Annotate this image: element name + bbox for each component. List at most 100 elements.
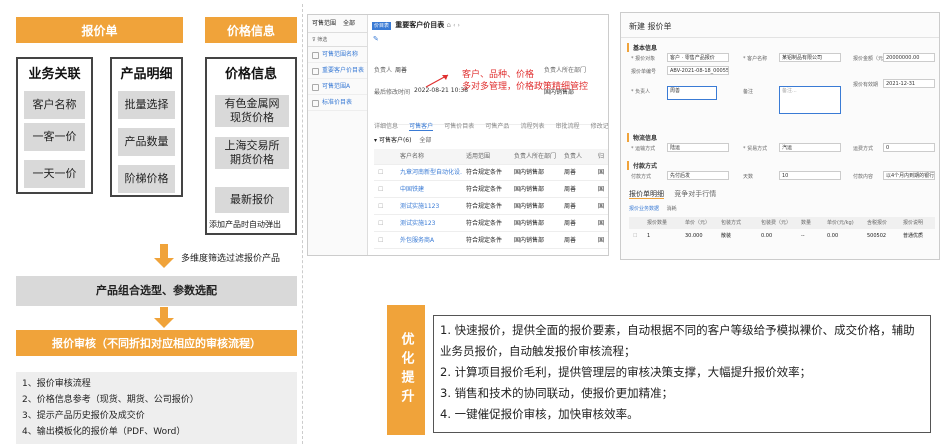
side-item[interactable]: 重要客户价目表 <box>308 63 367 79</box>
field-label: 天数 <box>743 174 754 180</box>
review-bar: 报价审核（不同折扣对应相应的审核流程） <box>16 330 297 356</box>
modified-label: 最后修改时间 <box>374 89 411 96</box>
tab-flow[interactable]: 流程列表 <box>520 121 544 130</box>
trade-select[interactable]: 汽运 <box>779 143 841 152</box>
cell: 周善 <box>564 237 577 244</box>
price-list-badge: 价目表 <box>372 22 392 30</box>
cell: 国 <box>598 186 605 193</box>
customer-name-box: 客户名称 <box>24 91 85 119</box>
table-row[interactable]: ☐ 外包服务商A 符合规定条件 国内销售部 周善 国 <box>374 233 608 249</box>
cell[interactable]: 九章河南新型自动化设… <box>400 165 462 181</box>
table-row[interactable]: ☐ 测试实施123 符合规定条件 国内销售部 周善 国 <box>374 216 608 232</box>
cell: 符合规定条件 <box>466 186 503 193</box>
remark-textarea[interactable]: 备注... <box>779 86 841 114</box>
sub-filter[interactable]: 全部 <box>419 137 431 144</box>
tab-approval[interactable]: 审批流程 <box>556 121 580 130</box>
side-filter[interactable]: 筛选 <box>317 37 327 43</box>
table-row[interactable]: ☐ 中国铁建 符合规定条件 国内销售部 周善 国 <box>374 182 608 198</box>
transport-select[interactable]: 陆运 <box>667 143 729 152</box>
form-title: 新建 报价单 <box>629 22 672 31</box>
batch-select-box: 批量选择 <box>118 91 175 119</box>
cell[interactable]: 30.000 <box>685 230 703 242</box>
cell: 国 <box>598 169 605 176</box>
nav-arrows[interactable]: ‹ › <box>453 22 460 29</box>
row-checkbox[interactable]: ☐ <box>633 230 637 242</box>
business-column: 业务关联 客户名称 一客一价 一天一价 <box>16 57 93 194</box>
table-row[interactable]: ☐ 九章河南新型自动化设… 符合规定条件 国内销售部 周善 国 <box>374 165 608 181</box>
cell: 符合规定条件 <box>466 203 503 210</box>
quote-target-input[interactable]: 客户 · 零售产品报价 <box>667 53 729 62</box>
business-title: 业务关联 <box>28 67 81 82</box>
optimization-panel: 优化提升 1. 快速报价，提供全面的报价要素，自动根据不同的客户等级给予模拟裸价… <box>387 305 934 435</box>
cell: 周善 <box>564 203 577 210</box>
detail-tab[interactable]: 消耗 <box>667 206 677 212</box>
tab-details[interactable]: 详细信息 <box>374 121 398 130</box>
side-item[interactable]: 可售范围A <box>308 79 367 95</box>
tab-price-lists[interactable]: 可售价目表 <box>444 121 474 130</box>
days-input[interactable]: 10 <box>779 171 841 180</box>
tab-competitor[interactable]: 竞争对手行情 <box>674 190 716 198</box>
customer-name-input[interactable]: 某铝制品有限公司 <box>779 53 841 62</box>
annotation-arrow <box>425 74 449 88</box>
row-checkbox[interactable]: ☐ <box>378 165 383 181</box>
detail-panel: 价目表 重要客户价目表 ⌂ ‹ › ✎ 负责人 周善 负责人所在部门 最后修改时… <box>370 15 608 255</box>
cell: 国 <box>598 220 605 227</box>
tab-quote-detail[interactable]: 报价单明细 <box>629 190 664 199</box>
optimization-list: 1. 快速报价，提供全面的报价要素，自动根据不同的客户等级给予模拟裸价、成交价格… <box>433 315 931 433</box>
tab-bar: 详细信息 可售客户 可售价目表 可售产品 流程列表 审批流程 修改记录 <box>374 113 608 131</box>
owner-input[interactable]: 周善 <box>667 86 717 100</box>
col-header: 单价（元） <box>685 220 711 226</box>
ladder-price-box: 阶梯价格 <box>118 165 175 193</box>
col-header: 报价数量 <box>647 220 668 226</box>
table-header: 客户名称 适用范围 负责人所在部门 负责人 归 <box>374 149 608 165</box>
chevron-down-icon[interactable]: ▾ <box>374 137 377 144</box>
filter-icon[interactable]: ⊽ <box>312 37 316 43</box>
tab-products[interactable]: 可售产品 <box>485 121 509 130</box>
section-logistics: 物流信息 <box>627 133 657 142</box>
quote-number-input[interactable]: ABV-2021-08-18_000557 <box>667 66 729 75</box>
col-header: 适用范围 <box>466 153 491 160</box>
edit-icon[interactable]: ✎ <box>373 35 379 43</box>
cell: 符合规定条件 <box>466 220 503 227</box>
field-label: * 报价对象 <box>631 56 656 62</box>
cell[interactable]: 测试实施123 <box>400 216 462 232</box>
col-header: 含税报价 <box>867 220 888 226</box>
col-header: 包装方式 <box>721 220 742 226</box>
side-tab-range[interactable]: 可售范围 <box>312 20 336 27</box>
cell[interactable]: 外包服务商A <box>400 233 462 249</box>
field-label: 报价单编号 <box>631 69 657 75</box>
amount-input[interactable]: 20000000.00 <box>883 53 935 62</box>
cell[interactable]: 测试实施1123 <box>400 199 462 215</box>
field-label: 付款方式 <box>631 174 652 180</box>
tab-history[interactable]: 修改记录 <box>591 121 608 130</box>
row-checkbox[interactable]: ☐ <box>378 233 383 249</box>
payment-content-input[interactable]: 以4个月内到期的银行承兑汇票 <box>883 171 935 180</box>
row-checkbox[interactable]: ☐ <box>378 182 383 198</box>
list-item: 4. 一键催促报价审核，加快审核效率。 <box>440 407 639 421</box>
side-tab-all[interactable]: 全部 <box>343 20 355 27</box>
col-header: 单价(元/kg) <box>827 220 854 226</box>
tab-customers[interactable]: 可售客户 <box>409 121 434 131</box>
cell: 周善 <box>564 186 577 193</box>
cell: 周善 <box>564 220 577 227</box>
row-checkbox[interactable]: ☐ <box>378 199 383 215</box>
cell: 国内销售部 <box>514 203 545 210</box>
cell: 国 <box>598 203 605 210</box>
side-item[interactable]: 标准价目表 <box>308 95 367 111</box>
one-day-one-price-box: 一天一价 <box>24 160 85 188</box>
side-item[interactable]: 可售范围名称 <box>308 47 367 63</box>
product-title: 产品明细 <box>120 67 173 82</box>
row-checkbox[interactable]: ☐ <box>378 216 383 232</box>
freight-input[interactable]: 0 <box>883 143 935 152</box>
cell[interactable]: 中国铁建 <box>400 182 462 198</box>
payment-select[interactable]: 先付后发 <box>667 171 729 180</box>
cell: 国内销售部 <box>514 186 545 193</box>
cell[interactable]: 散装 <box>721 230 731 242</box>
table-row[interactable]: ☐ 1 30.000 散装 0.00 -- 0.00 500502 普通优质 <box>629 230 935 242</box>
annotation-text-2: 多对多管理，价格政策精细管控 <box>462 82 589 92</box>
cell: 国内销售部 <box>514 220 545 227</box>
detail-tab[interactable]: 报价业务数据 <box>629 206 659 212</box>
valid-date-input[interactable]: 2021-12-31 <box>883 79 935 88</box>
list-item: 4、输出模板化的报价单（PDF、Word） <box>22 427 186 437</box>
table-row[interactable]: ☐ 测试实施1123 符合规定条件 国内销售部 周善 国 <box>374 199 608 215</box>
